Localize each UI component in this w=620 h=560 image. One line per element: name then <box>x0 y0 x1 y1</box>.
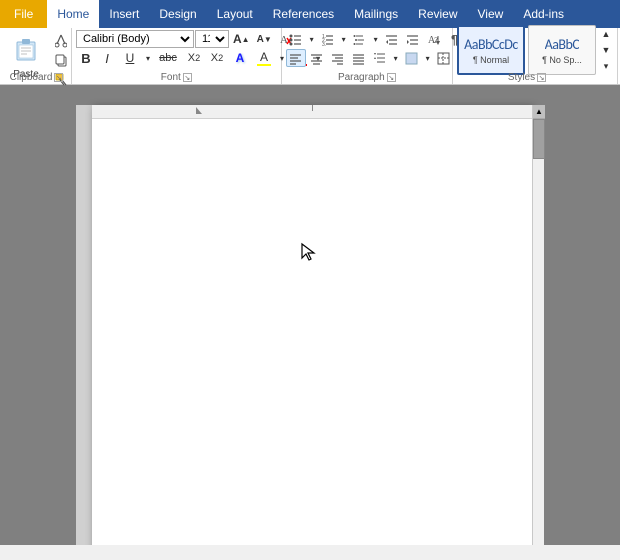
menu-design[interactable]: Design <box>149 0 206 28</box>
menu-file[interactable]: File <box>0 0 47 28</box>
bullet-list-dropdown[interactable]: ▾ <box>307 30 317 48</box>
menu-review[interactable]: Review <box>408 0 467 28</box>
style-nospacing-label: ¶ No Sp... <box>542 55 582 65</box>
font-name-select[interactable]: Calibri (Body) <box>76 30 194 48</box>
menu-addins[interactable]: Add-ins <box>513 0 574 28</box>
style-nospacing-box[interactable]: AaBbC ¶ No Sp... <box>528 25 596 75</box>
numbered-list-button[interactable]: 1. 2. 3. <box>318 30 338 48</box>
multilevel-list-icon <box>353 33 366 46</box>
underline-button[interactable]: U <box>118 49 142 67</box>
bullet-list-button[interactable] <box>286 30 306 48</box>
decrease-indent-icon <box>385 33 398 46</box>
increase-indent-button[interactable] <box>403 30 423 48</box>
document-page[interactable] <box>92 105 532 545</box>
style-nospacing-preview: AaBbC <box>545 36 580 53</box>
bullet-list-icon <box>289 33 302 46</box>
justify-button[interactable] <box>349 49 369 67</box>
justify-icon <box>352 52 365 65</box>
menu-mailings[interactable]: Mailings <box>344 0 408 28</box>
subscript-button[interactable]: X2 <box>183 49 205 67</box>
menu-insert[interactable]: Insert <box>99 0 149 28</box>
shading-button[interactable] <box>402 49 422 67</box>
align-center-button[interactable] <box>307 49 327 67</box>
underline-dropdown[interactable]: ▾ <box>143 49 153 67</box>
clipboard-group: Paste <box>2 28 72 84</box>
shading-dropdown[interactable]: ▾ <box>423 49 433 67</box>
italic-button[interactable]: I <box>97 49 117 67</box>
paragraph-group: ▾ 1. 2. 3. ▾ <box>282 28 453 84</box>
clipboard-expand[interactable]: ↘ <box>54 73 63 82</box>
copy-icon <box>55 54 67 67</box>
numbered-list-dropdown[interactable]: ▾ <box>339 30 349 48</box>
highlight-button[interactable]: A <box>252 49 276 67</box>
clipboard-label: Clipboard ↘ <box>2 72 71 83</box>
menu-references[interactable]: References <box>263 0 344 28</box>
strikethrough-button[interactable]: abc <box>154 49 182 67</box>
copy-button[interactable] <box>48 51 74 69</box>
svg-text:3.: 3. <box>322 42 326 46</box>
align-center-icon <box>310 52 323 65</box>
ruler <box>92 105 532 119</box>
menu-home[interactable]: Home <box>47 0 99 28</box>
align-right-button[interactable] <box>328 49 348 67</box>
font-size-select[interactable]: 11 <box>195 30 229 48</box>
scroll-thumb[interactable] <box>533 119 545 159</box>
paragraph-label: Paragraph ↘ <box>282 72 452 83</box>
cut-button[interactable] <box>48 32 74 50</box>
font-shrink-button[interactable]: A▼ <box>254 30 275 48</box>
bold-button[interactable]: B <box>76 49 96 67</box>
left-sidebar <box>76 105 92 545</box>
page-content[interactable] <box>92 119 532 539</box>
ribbon: Paste <box>0 28 620 85</box>
borders-button[interactable] <box>434 49 454 67</box>
borders-icon <box>437 52 450 65</box>
multilevel-list-button[interactable] <box>350 30 370 48</box>
line-spacing-button[interactable] <box>370 49 390 67</box>
paste-icon <box>13 35 39 63</box>
styles-label: Styles ↘ <box>453 72 597 83</box>
styles-more[interactable]: ▾ <box>599 59 613 73</box>
numbered-list-icon: 1. 2. 3. <box>321 33 334 46</box>
text-effects-button[interactable]: A <box>229 49 251 67</box>
align-left-button[interactable] <box>286 49 306 67</box>
document-area: ▲ ▼ <box>0 85 620 545</box>
sort-icon: A Z <box>427 33 440 46</box>
paste-button[interactable] <box>6 30 46 68</box>
font-label: Font ↘ <box>72 72 281 83</box>
shading-icon <box>405 52 418 65</box>
vertical-scrollbar[interactable]: ▲ ▼ <box>532 105 544 545</box>
superscript-button[interactable]: X2 <box>206 49 228 67</box>
menu-layout[interactable]: Layout <box>207 0 263 28</box>
align-left-icon <box>289 52 302 65</box>
tab-stop-marker[interactable] <box>196 107 202 114</box>
scissors-icon <box>55 34 67 48</box>
sort-button[interactable]: A Z <box>424 30 444 48</box>
paragraph-expand[interactable]: ↘ <box>387 73 396 82</box>
styles-group: AaBbCcDc ¶ Normal AaBbC ¶ No Sp... ▲ ▼ ▾… <box>453 28 618 84</box>
style-normal-preview: AaBbCcDc <box>464 36 518 53</box>
decrease-indent-button[interactable] <box>382 30 402 48</box>
scroll-up-button[interactable]: ▲ <box>533 105 545 119</box>
styles-expand[interactable]: ↘ <box>537 73 546 82</box>
line-spacing-icon <box>373 52 386 65</box>
ribbon-main-row: Paste <box>0 28 620 84</box>
font-expand[interactable]: ↘ <box>183 73 192 82</box>
style-normal-box[interactable]: AaBbCcDc ¶ Normal <box>457 25 525 75</box>
menu-view[interactable]: View <box>468 0 514 28</box>
multilevel-list-dropdown[interactable]: ▾ <box>371 30 381 48</box>
increase-indent-icon <box>406 33 419 46</box>
font-grow-button[interactable]: A▲ <box>230 30 253 48</box>
style-normal-label: ¶ Normal <box>473 55 509 65</box>
styles-scroll-up[interactable]: ▲ <box>599 27 613 41</box>
styles-scroll-down[interactable]: ▼ <box>599 43 613 57</box>
font-group: Calibri (Body) 11 A▲ A▼ A <box>72 28 282 84</box>
align-right-icon <box>331 52 344 65</box>
menu-bar: File Home Insert Design Layout Reference… <box>0 0 620 28</box>
line-spacing-dropdown[interactable]: ▾ <box>391 49 401 67</box>
